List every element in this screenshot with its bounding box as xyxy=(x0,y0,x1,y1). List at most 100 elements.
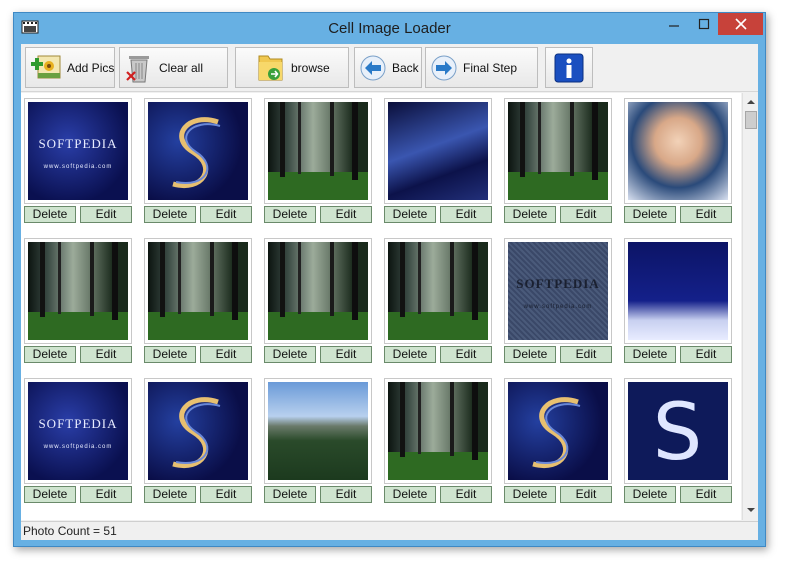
back-arrow-icon xyxy=(360,55,386,80)
forest-graphic xyxy=(508,102,608,200)
edit-button[interactable]: Edit xyxy=(680,206,732,223)
image-thumbnail[interactable] xyxy=(384,238,492,344)
edit-button[interactable]: Edit xyxy=(200,346,252,363)
image-cell: SOFTPEDIA www.softpedia.com Delete Edit xyxy=(24,98,136,228)
browse-button[interactable]: browse xyxy=(235,47,349,88)
chevron-up-icon xyxy=(747,100,755,104)
thumbnail-subcaption: www.softpedia.com xyxy=(43,164,113,170)
edit-button[interactable]: Edit xyxy=(200,206,252,223)
delete-button[interactable]: Delete xyxy=(384,206,436,223)
edit-button[interactable]: Edit xyxy=(560,206,612,223)
edit-button[interactable]: Edit xyxy=(680,346,732,363)
delete-button[interactable]: Delete xyxy=(264,486,316,503)
image-cell: Delete Edit xyxy=(144,378,256,508)
edit-button[interactable]: Edit xyxy=(560,486,612,503)
status-bar: Photo Count = 51 xyxy=(21,521,758,540)
info-button[interactable] xyxy=(545,47,593,88)
image-thumbnail[interactable]: SOFTPEDIA www.softpedia.com xyxy=(24,98,132,204)
minimize-button[interactable] xyxy=(660,13,688,35)
delete-button[interactable]: Delete xyxy=(504,486,556,503)
image-thumbnail[interactable] xyxy=(24,238,132,344)
delete-button[interactable]: Delete xyxy=(24,486,76,503)
delete-button[interactable]: Delete xyxy=(384,346,436,363)
thumbnail-subcaption: www.softpedia.com xyxy=(523,304,593,310)
delete-button[interactable]: Delete xyxy=(144,206,196,223)
image-thumbnail[interactable] xyxy=(264,378,372,484)
image-cell: Delete Edit xyxy=(384,98,496,228)
image-thumbnail[interactable] xyxy=(624,238,732,344)
image-thumbnail[interactable] xyxy=(504,378,612,484)
back-button[interactable]: Back xyxy=(354,47,422,88)
image-thumbnail[interactable] xyxy=(144,98,252,204)
delete-button[interactable]: Delete xyxy=(624,486,676,503)
scroll-down-button[interactable] xyxy=(744,502,758,518)
add-pics-button[interactable]: Add Pics xyxy=(25,47,115,88)
delete-button[interactable]: Delete xyxy=(264,206,316,223)
delete-button[interactable]: Delete xyxy=(144,346,196,363)
delete-button[interactable]: Delete xyxy=(264,346,316,363)
edit-button[interactable]: Edit xyxy=(200,486,252,503)
delete-button[interactable]: Delete xyxy=(24,346,76,363)
s-swirl-graphic xyxy=(532,397,581,468)
image-thumbnail[interactable] xyxy=(264,98,372,204)
image-thumbnail[interactable] xyxy=(384,378,492,484)
thumbnail-picture xyxy=(268,382,368,480)
delete-button[interactable]: Delete xyxy=(504,346,556,363)
thumbnail-picture: S xyxy=(628,382,728,480)
vertical-scrollbar[interactable] xyxy=(742,93,758,520)
edit-button[interactable]: Edit xyxy=(80,346,132,363)
image-cell: Delete Edit xyxy=(384,238,496,368)
edit-button[interactable]: Edit xyxy=(440,486,492,503)
image-thumbnail[interactable] xyxy=(144,238,252,344)
forest-graphic xyxy=(28,242,128,340)
clear-all-label: Clear all xyxy=(159,60,204,75)
thumbnail-caption: S xyxy=(652,388,704,478)
image-thumbnail[interactable] xyxy=(264,238,372,344)
edit-button[interactable]: Edit xyxy=(440,206,492,223)
delete-button[interactable]: Delete xyxy=(384,486,436,503)
edit-button[interactable]: Edit xyxy=(440,346,492,363)
edit-button[interactable]: Edit xyxy=(320,346,372,363)
thumbnail-subcaption: www.softpedia.com xyxy=(43,444,113,450)
info-icon xyxy=(554,53,584,82)
close-button[interactable] xyxy=(718,13,763,35)
delete-button[interactable]: Delete xyxy=(144,486,196,503)
app-window: Cell Image Loader Add Pics Clear all bro… xyxy=(13,12,766,547)
delete-button[interactable]: Delete xyxy=(504,206,556,223)
delete-button[interactable]: Delete xyxy=(624,206,676,223)
image-cell: Delete Edit xyxy=(264,238,376,368)
edit-button[interactable]: Edit xyxy=(320,206,372,223)
thumbnail-grid[interactable]: SOFTPEDIA www.softpedia.com Delete Edit Dele… xyxy=(21,93,741,520)
image-cell: SOFTPEDIA www.softpedia.com Delete Edit xyxy=(504,238,616,368)
image-thumbnail[interactable]: SOFTPEDIA www.softpedia.com xyxy=(24,378,132,484)
delete-button[interactable]: Delete xyxy=(624,346,676,363)
delete-button[interactable]: Delete xyxy=(24,206,76,223)
folder-icon xyxy=(258,55,283,80)
scroll-thumb[interactable] xyxy=(745,111,757,129)
image-cell: Delete Edit xyxy=(144,238,256,368)
scroll-up-button[interactable] xyxy=(744,94,758,110)
thumbnail-caption: SOFTPEDIA xyxy=(38,136,118,151)
image-thumbnail[interactable]: S xyxy=(624,378,732,484)
thumbnail-picture xyxy=(268,242,368,340)
image-thumbnail[interactable] xyxy=(624,98,732,204)
clear-all-button[interactable]: Clear all xyxy=(119,47,228,88)
title-bar[interactable]: Cell Image Loader xyxy=(14,13,765,44)
edit-button[interactable]: Edit xyxy=(680,486,732,503)
edit-button[interactable]: Edit xyxy=(80,206,132,223)
image-thumbnail[interactable]: SOFTPEDIA www.softpedia.com xyxy=(504,238,612,344)
add-pics-label: Add Pics xyxy=(67,60,115,75)
chevron-down-icon xyxy=(747,508,755,512)
image-thumbnail[interactable] xyxy=(384,98,492,204)
image-thumbnail[interactable] xyxy=(144,378,252,484)
edit-button[interactable]: Edit xyxy=(320,486,372,503)
add-pictures-icon xyxy=(31,55,61,78)
edit-button[interactable]: Edit xyxy=(560,346,612,363)
thumbnail-picture xyxy=(148,102,248,200)
final-step-button[interactable]: Final Step xyxy=(425,47,538,88)
image-thumbnail[interactable] xyxy=(504,98,612,204)
maximize-button[interactable] xyxy=(690,13,718,35)
close-icon xyxy=(734,18,747,30)
edit-button[interactable]: Edit xyxy=(80,486,132,503)
toolbar: Add Pics Clear all browse Back Final Ste… xyxy=(21,44,758,92)
